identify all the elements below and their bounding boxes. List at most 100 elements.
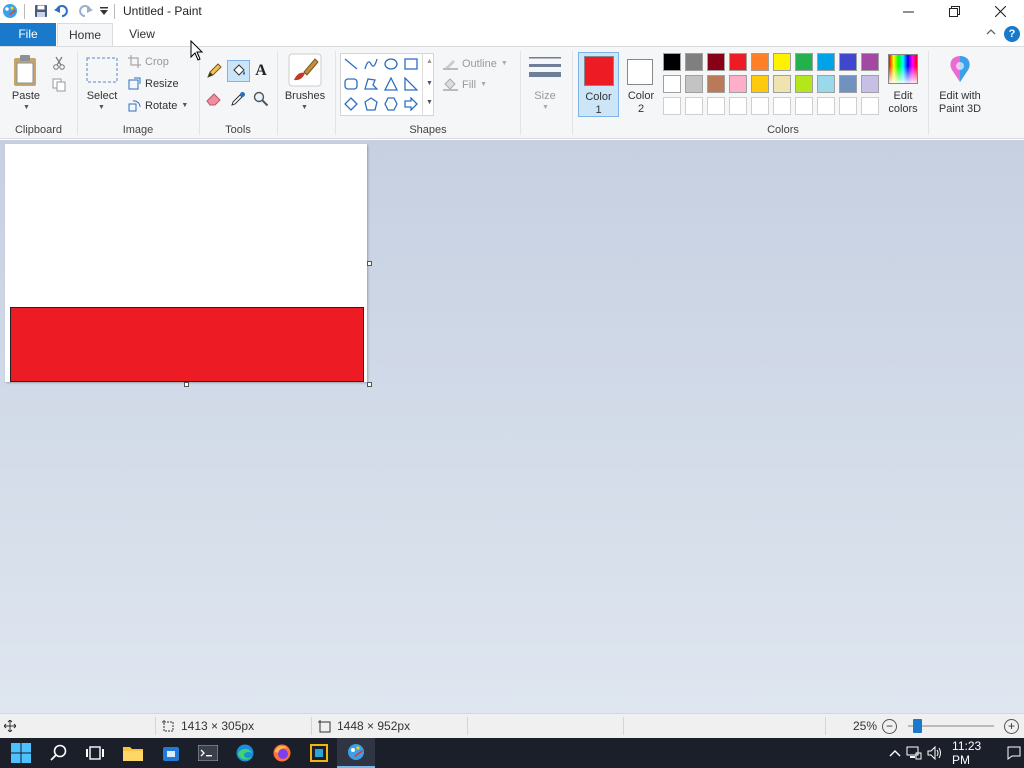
palette-color-swatch[interactable] bbox=[861, 75, 879, 93]
pencil-icon[interactable] bbox=[204, 61, 224, 81]
palette-custom-slot[interactable] bbox=[839, 97, 857, 115]
rectangle-shape-icon[interactable] bbox=[402, 55, 420, 73]
tab-file[interactable]: File bbox=[0, 23, 56, 46]
color-picker-icon[interactable] bbox=[228, 89, 248, 109]
crop-button[interactable]: Crop bbox=[128, 55, 169, 68]
oval-shape-icon[interactable] bbox=[382, 55, 400, 73]
right-arrow-shape-icon[interactable] bbox=[402, 95, 420, 113]
customize-quick-access-icon[interactable] bbox=[95, 2, 113, 20]
brushes-icon[interactable] bbox=[288, 53, 322, 87]
palette-color-swatch[interactable] bbox=[685, 53, 703, 71]
search-icon[interactable] bbox=[40, 738, 78, 768]
paste-label[interactable]: Paste bbox=[6, 90, 46, 102]
palette-custom-slot[interactable] bbox=[795, 97, 813, 115]
palette-color-swatch[interactable] bbox=[817, 75, 835, 93]
text-tool-icon[interactable]: A bbox=[251, 61, 271, 81]
help-icon[interactable]: ? bbox=[1004, 26, 1020, 42]
paint-app-icon[interactable] bbox=[1, 2, 19, 20]
palette-color-swatch[interactable] bbox=[663, 75, 681, 93]
edit-with-paint3d-button[interactable]: Edit with Paint 3D bbox=[932, 52, 988, 117]
redo-icon[interactable] bbox=[76, 2, 94, 20]
palette-custom-slot[interactable] bbox=[707, 97, 725, 115]
brushes-group[interactable]: Brushes ▼ bbox=[278, 47, 334, 139]
triangle-shape-icon[interactable] bbox=[382, 75, 400, 93]
hexagon-shape-icon[interactable] bbox=[382, 95, 400, 113]
palette-color-swatch[interactable] bbox=[707, 53, 725, 71]
rounded-rectangle-shape-icon[interactable] bbox=[342, 75, 360, 93]
undo-icon[interactable] bbox=[53, 2, 71, 20]
palette-custom-slot[interactable] bbox=[817, 97, 835, 115]
palette-color-swatch[interactable] bbox=[729, 53, 747, 71]
palette-custom-slot[interactable] bbox=[663, 97, 681, 115]
palette-color-swatch[interactable] bbox=[729, 75, 747, 93]
paint-taskbar-icon[interactable] bbox=[337, 738, 375, 768]
store-app-icon[interactable] bbox=[152, 738, 190, 768]
palette-color-swatch[interactable] bbox=[861, 53, 879, 71]
collapse-ribbon-icon[interactable] bbox=[986, 27, 996, 38]
cut-icon[interactable] bbox=[49, 53, 69, 73]
network-icon[interactable] bbox=[904, 746, 925, 760]
fill-bucket-icon[interactable] bbox=[227, 60, 250, 82]
copy-icon[interactable] bbox=[49, 75, 69, 95]
fill-button[interactable]: Fill ▼ bbox=[443, 78, 487, 91]
tab-home[interactable]: Home bbox=[57, 23, 113, 47]
color1-button[interactable]: Color 1 bbox=[578, 52, 619, 117]
palette-color-swatch[interactable] bbox=[795, 75, 813, 93]
palette-color-swatch[interactable] bbox=[839, 53, 857, 71]
palette-color-swatch[interactable] bbox=[773, 53, 791, 71]
outline-button[interactable]: Outline ▼ bbox=[443, 57, 508, 70]
right-triangle-shape-icon[interactable] bbox=[402, 75, 420, 93]
edit-colors-button[interactable]: Edit colors bbox=[884, 52, 922, 117]
curve-shape-icon[interactable] bbox=[362, 55, 380, 73]
eraser-icon[interactable] bbox=[204, 89, 224, 109]
palette-color-swatch[interactable] bbox=[663, 53, 681, 71]
tab-view[interactable]: View bbox=[114, 23, 170, 47]
size-group[interactable]: Size ▼ bbox=[521, 47, 569, 139]
color2-button[interactable]: Color 2 bbox=[621, 52, 661, 117]
close-button[interactable] bbox=[977, 0, 1023, 23]
palette-color-swatch[interactable] bbox=[751, 75, 769, 93]
palette-color-swatch[interactable] bbox=[773, 75, 791, 93]
drawing-canvas[interactable] bbox=[5, 144, 367, 382]
palette-custom-slot[interactable] bbox=[729, 97, 747, 115]
zoom-slider-thumb[interactable] bbox=[913, 719, 922, 733]
task-view-icon[interactable] bbox=[76, 738, 114, 768]
resize-button[interactable]: Resize bbox=[128, 77, 179, 90]
zoom-in-button[interactable]: + bbox=[1004, 719, 1019, 734]
paste-icon[interactable] bbox=[10, 53, 42, 89]
magnifier-icon[interactable] bbox=[251, 89, 271, 109]
volume-icon[interactable] bbox=[925, 746, 946, 760]
save-icon[interactable] bbox=[32, 2, 50, 20]
palette-color-swatch[interactable] bbox=[839, 75, 857, 93]
brushes-label[interactable]: Brushes bbox=[280, 90, 330, 102]
terminal-icon[interactable] bbox=[189, 738, 227, 768]
canvas-resize-handle-right[interactable] bbox=[367, 261, 372, 266]
polygon-shape-icon[interactable] bbox=[362, 75, 380, 93]
start-windows-icon[interactable] bbox=[2, 738, 40, 768]
file-explorer-icon[interactable] bbox=[114, 738, 152, 768]
palette-custom-slot[interactable] bbox=[861, 97, 879, 115]
palette-color-swatch[interactable] bbox=[707, 75, 725, 93]
line-shape-icon[interactable] bbox=[342, 55, 360, 73]
drawing-workspace[interactable] bbox=[0, 140, 1024, 713]
diamond-shape-icon[interactable] bbox=[342, 95, 360, 113]
palette-custom-slot[interactable] bbox=[773, 97, 791, 115]
size-icon[interactable] bbox=[529, 55, 561, 85]
restore-button[interactable] bbox=[931, 0, 977, 23]
red-rectangle-shape[interactable] bbox=[10, 307, 364, 382]
select-icon[interactable] bbox=[86, 57, 118, 83]
clock-time[interactable]: 11:23 PM bbox=[946, 739, 1005, 767]
rotate-button[interactable]: Rotate ▼ bbox=[128, 99, 188, 112]
firefox-icon[interactable] bbox=[263, 738, 301, 768]
canvas-resize-handle-bottom[interactable] bbox=[184, 382, 189, 387]
zoom-out-button[interactable]: − bbox=[882, 719, 897, 734]
palette-color-swatch[interactable] bbox=[685, 75, 703, 93]
edge-browser-icon[interactable] bbox=[226, 738, 264, 768]
palette-custom-slot[interactable] bbox=[685, 97, 703, 115]
palette-color-swatch[interactable] bbox=[751, 53, 769, 71]
palette-custom-slot[interactable] bbox=[751, 97, 769, 115]
show-hidden-icons-icon[interactable] bbox=[886, 749, 904, 757]
size-label[interactable]: Size bbox=[521, 90, 569, 102]
shapes-scroll[interactable]: ▲ ▼ ▼ bbox=[422, 54, 434, 115]
pentagon-shape-icon[interactable] bbox=[362, 95, 380, 113]
